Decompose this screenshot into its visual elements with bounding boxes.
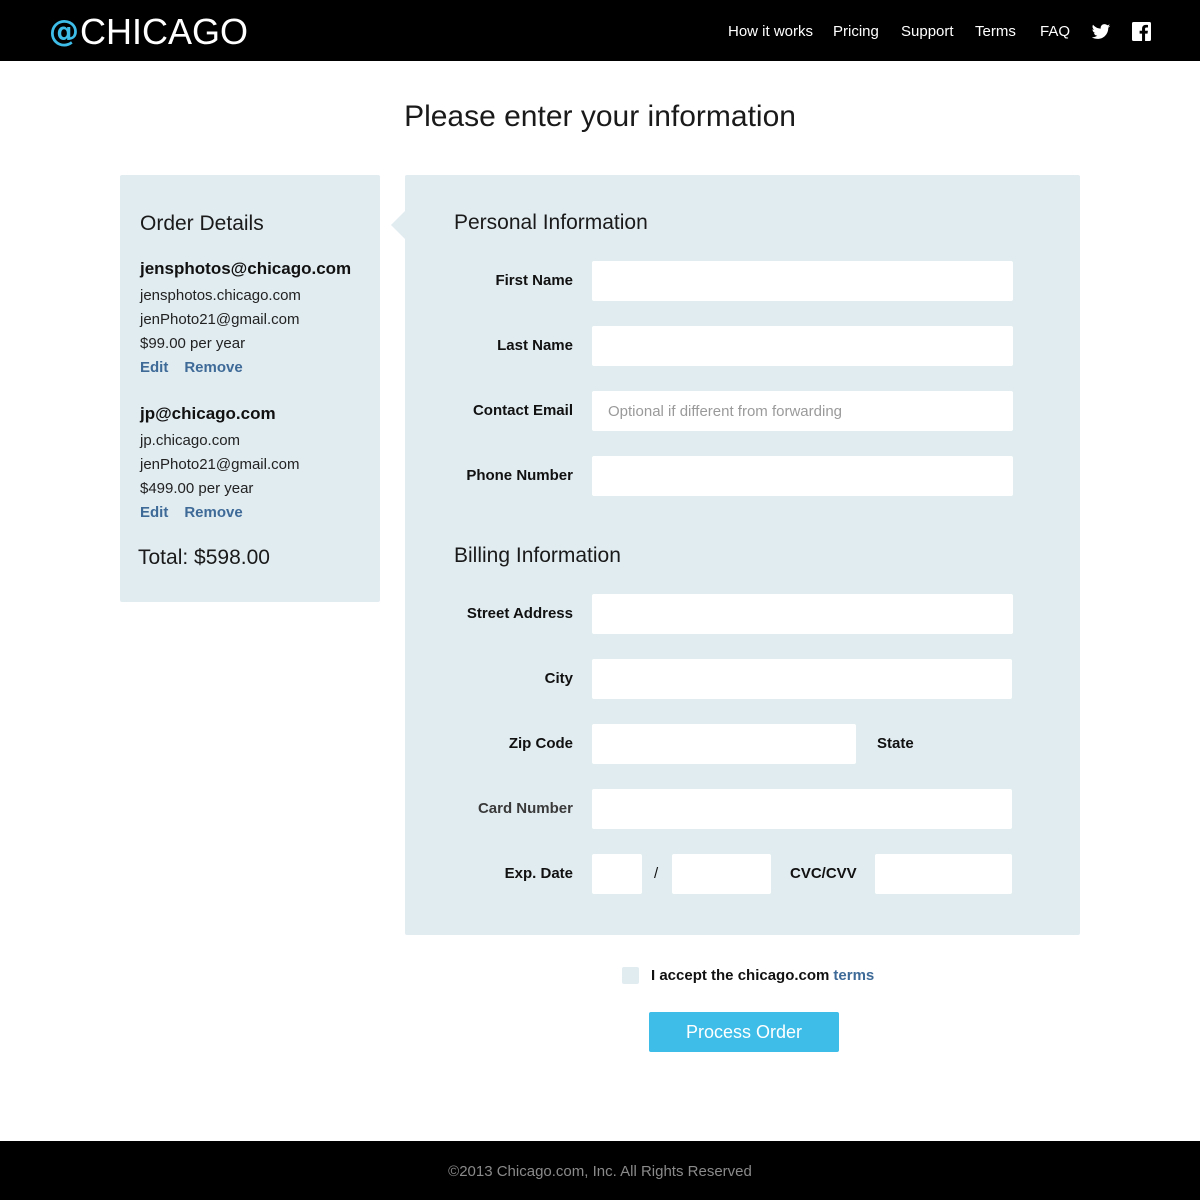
zip-code-input[interactable]: [592, 724, 856, 764]
city-input[interactable]: [592, 659, 1012, 699]
card-number-input[interactable]: [592, 789, 1012, 829]
panel-pointer: [391, 211, 405, 239]
contact-email-input[interactable]: [592, 391, 1013, 431]
personal-info-heading: Personal Information: [454, 211, 648, 234]
terms-row: I accept the chicago.com terms: [622, 966, 874, 984]
top-navbar: @ CHICAGO How it works Pricing Support T…: [0, 0, 1200, 61]
chicago-logo[interactable]: @ CHICAGO: [49, 12, 248, 52]
first-name-input[interactable]: [592, 261, 1013, 301]
contact-email-label: Contact Email: [472, 402, 573, 419]
logo-at-symbol: @: [49, 14, 79, 49]
nav-support[interactable]: Support: [901, 23, 954, 40]
last-name-label: Last Name: [497, 337, 573, 354]
exp-date-separator: /: [654, 865, 659, 882]
order-item-domain: jp.chicago.com: [140, 432, 241, 449]
edit-link[interactable]: Edit: [140, 504, 168, 521]
page-title: Please enter your information: [404, 100, 796, 133]
terms-label: I accept the chicago.com: [651, 966, 830, 984]
cvc-label: CVC/CVV: [790, 865, 857, 882]
order-total: Total: $598.00: [138, 546, 270, 569]
phone-number-label: Phone Number: [466, 467, 573, 484]
card-number-label: Card Number: [477, 800, 573, 817]
order-item: jensphotos@chicago.com jensphotos.chicag…: [140, 259, 375, 380]
street-address-input[interactable]: [592, 594, 1013, 634]
exp-date-label: Exp. Date: [504, 865, 573, 882]
first-name-label: First Name: [495, 272, 573, 289]
remove-link[interactable]: Remove: [184, 359, 242, 376]
state-label: State: [877, 735, 914, 752]
order-item-forward: jenPhoto21@gmail.com: [140, 311, 300, 328]
order-item-actions: Edit Remove: [140, 501, 375, 525]
exp-month-input[interactable]: [592, 854, 642, 894]
footer-copyright: ©2013 Chicago.com, Inc. All Rights Reser…: [448, 1163, 752, 1180]
form-panel: Personal Information First Name Last Nam…: [391, 175, 1080, 935]
edit-link[interactable]: Edit: [140, 359, 168, 376]
logo-wordmark: CHICAGO: [80, 11, 249, 52]
order-item-actions: Edit Remove: [140, 356, 375, 380]
cvc-input[interactable]: [875, 854, 1012, 894]
footer: ©2013 Chicago.com, Inc. All Rights Reser…: [0, 1141, 1200, 1200]
order-item-email: jensphotos@chicago.com: [140, 259, 352, 278]
zip-code-label: Zip Code: [508, 735, 573, 752]
last-name-input[interactable]: [592, 326, 1013, 366]
nav-pricing[interactable]: Pricing: [833, 23, 879, 40]
order-item-email: jp@chicago.com: [140, 404, 276, 423]
remove-link[interactable]: Remove: [184, 504, 242, 521]
nav-faq[interactable]: FAQ: [1040, 23, 1070, 40]
terms-checkbox[interactable]: [622, 966, 639, 984]
nav-terms[interactable]: Terms: [975, 23, 1016, 40]
city-label: City: [544, 670, 573, 687]
order-details-panel: Order Details jensphotos@chicago.com jen…: [120, 175, 380, 602]
phone-number-input[interactable]: [592, 456, 1013, 496]
order-item-price: $499.00 per year: [140, 480, 254, 497]
order-item-domain: jensphotos.chicago.com: [140, 287, 301, 304]
exp-year-input[interactable]: [672, 854, 771, 894]
process-order-button[interactable]: Process Order: [649, 1012, 839, 1052]
street-address-label: Street Address: [466, 605, 573, 622]
order-item: jp@chicago.com jp.chicago.com jenPhoto21…: [140, 404, 375, 525]
twitter-icon[interactable]: [1091, 22, 1111, 42]
nav-how-it-works[interactable]: How it works: [728, 23, 813, 40]
order-item-forward: jenPhoto21@gmail.com: [140, 456, 300, 473]
order-item-price: $99.00 per year: [140, 335, 246, 352]
terms-link[interactable]: terms: [833, 967, 874, 984]
billing-info-heading: Billing Information: [454, 544, 621, 567]
facebook-icon[interactable]: [1132, 22, 1152, 42]
order-details-heading: Order Details: [140, 212, 264, 235]
